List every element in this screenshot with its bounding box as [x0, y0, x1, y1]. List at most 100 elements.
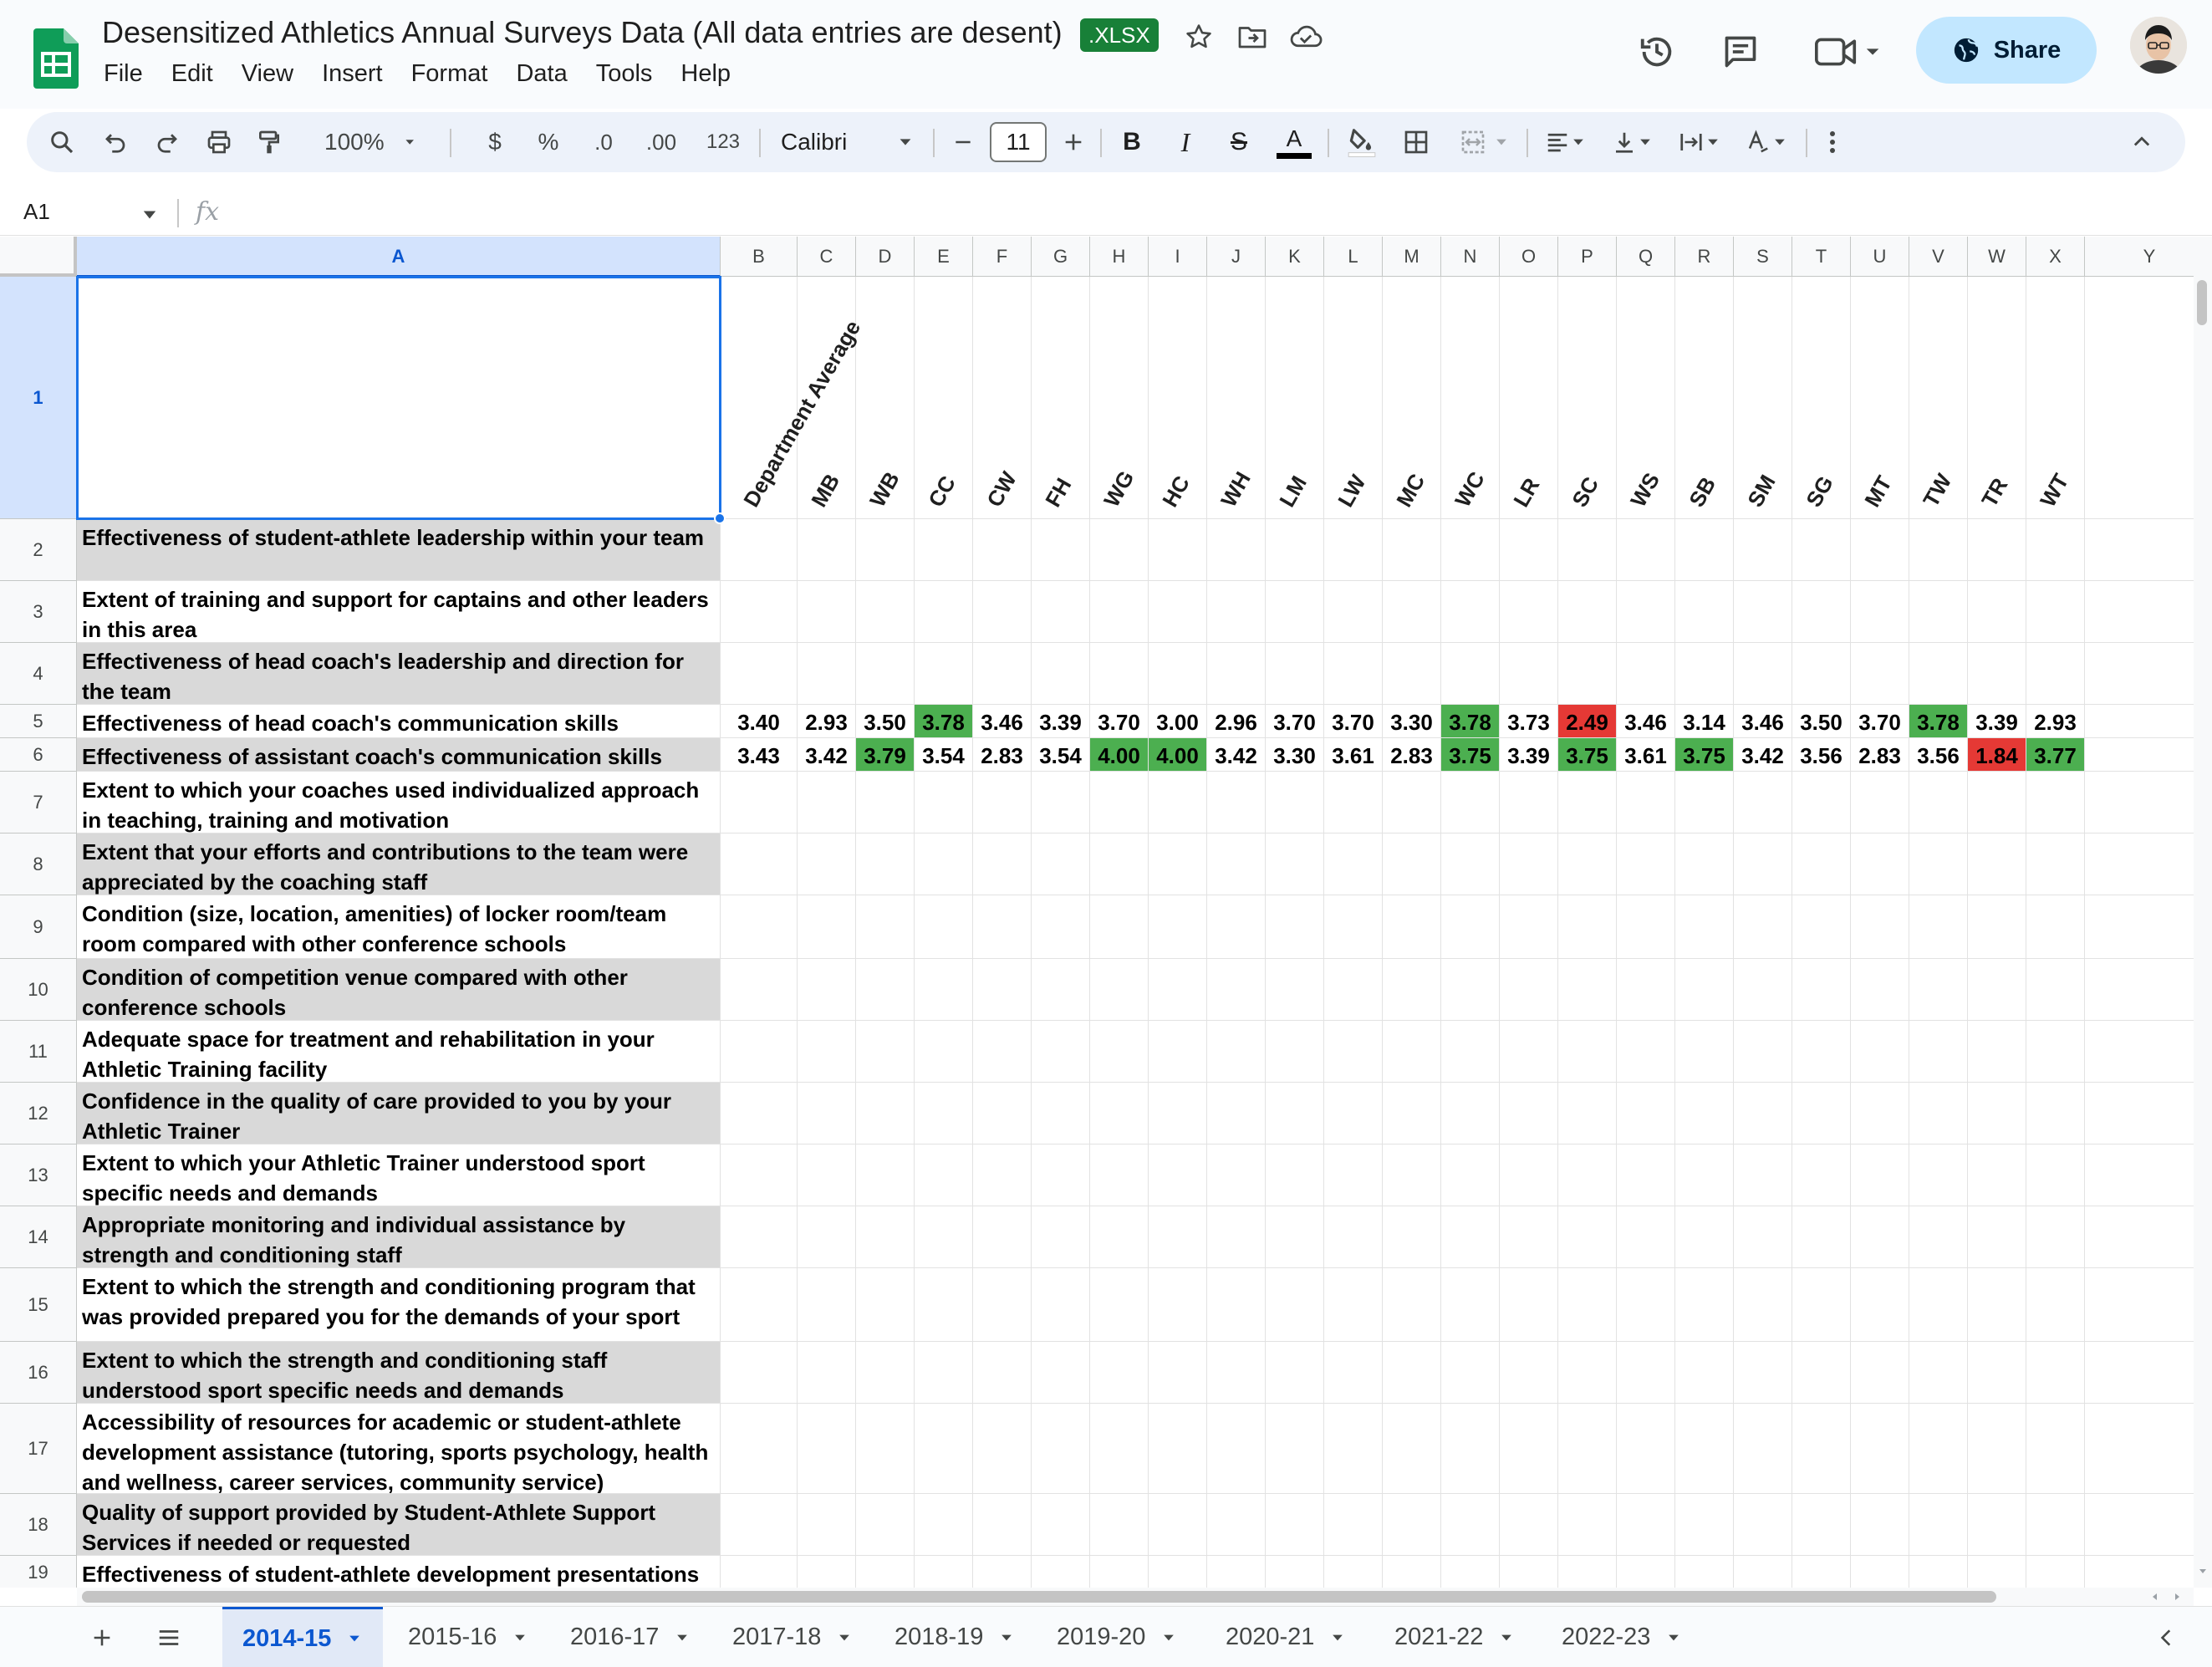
empty-cell[interactable]: [721, 1342, 798, 1404]
empty-cell[interactable]: [1500, 834, 1558, 895]
empty-cell[interactable]: [973, 1144, 1032, 1206]
row-header[interactable]: 5: [0, 705, 77, 738]
chevron-down-icon[interactable]: [512, 1629, 528, 1646]
empty-cell[interactable]: [1266, 643, 1324, 705]
empty-cell[interactable]: [1441, 1021, 1500, 1083]
empty-cell[interactable]: [1441, 1404, 1500, 1494]
empty-cell[interactable]: [1090, 1144, 1149, 1206]
meet-video-icon[interactable]: [1811, 30, 1886, 74]
empty-cell[interactable]: [1383, 1144, 1441, 1206]
menu-tools[interactable]: Tools: [596, 60, 653, 88]
empty-cell[interactable]: [1558, 895, 1617, 959]
empty-cell[interactable]: [1500, 959, 1558, 1021]
empty-cell[interactable]: [915, 519, 973, 581]
empty-cell[interactable]: [1383, 581, 1441, 643]
empty-cell[interactable]: [856, 1144, 915, 1206]
question-cell[interactable]: Confidence in the quality of care provid…: [77, 1083, 721, 1144]
empty-cell[interactable]: [1032, 1404, 1090, 1494]
empty-cell[interactable]: [1090, 1556, 1149, 1588]
empty-cell[interactable]: [1441, 1206, 1500, 1268]
sheet-tab[interactable]: 2015-16: [388, 1607, 548, 1667]
question-cell[interactable]: Extent to which your coaches used indivi…: [77, 772, 721, 834]
empty-cell[interactable]: [1032, 1494, 1090, 1556]
empty-cell[interactable]: [1558, 1342, 1617, 1404]
empty-cell[interactable]: [1500, 895, 1558, 959]
empty-cell[interactable]: [1324, 772, 1383, 834]
empty-cell[interactable]: [1734, 519, 1792, 581]
value-cell[interactable]: 2.93: [2026, 705, 2085, 738]
empty-cell[interactable]: [1851, 1021, 1909, 1083]
empty-cell[interactable]: [1032, 519, 1090, 581]
empty-cell[interactable]: [2026, 834, 2085, 895]
empty-cell[interactable]: [1675, 1494, 1734, 1556]
italic-button[interactable]: I: [1167, 112, 1204, 172]
empty-cell[interactable]: [915, 1268, 973, 1342]
empty-cell[interactable]: [1207, 1083, 1266, 1144]
menu-help[interactable]: Help: [680, 60, 731, 88]
value-cell[interactable]: 3.70: [1851, 705, 1909, 738]
empty-cell[interactable]: [1207, 1404, 1266, 1494]
empty-cell[interactable]: [1090, 519, 1149, 581]
empty-cell[interactable]: [1090, 895, 1149, 959]
column-header[interactable]: D: [856, 237, 915, 277]
value-cell[interactable]: 3.73: [1500, 705, 1558, 738]
empty-cell[interactable]: [915, 1144, 973, 1206]
chevron-down-icon[interactable]: [1498, 1629, 1515, 1646]
sheet-tab[interactable]: 2018-19: [874, 1607, 1035, 1667]
empty-cell[interactable]: [1266, 581, 1324, 643]
column-header[interactable]: N: [1441, 237, 1500, 277]
empty-cell[interactable]: [1909, 1494, 1968, 1556]
empty-cell[interactable]: [856, 1494, 915, 1556]
increase-font-size-icon[interactable]: [1055, 112, 1092, 172]
empty-cell[interactable]: [1675, 959, 1734, 1021]
empty-cell[interactable]: [1090, 1404, 1149, 1494]
value-cell[interactable]: 3.46: [1617, 705, 1675, 738]
move-to-folder-icon[interactable]: [1236, 20, 1269, 54]
empty-cell[interactable]: [1792, 1268, 1851, 1342]
row-header[interactable]: 16: [0, 1342, 77, 1404]
value-cell[interactable]: 3.50: [856, 705, 915, 738]
empty-cell[interactable]: [1090, 834, 1149, 895]
empty-cell[interactable]: [1851, 1404, 1909, 1494]
align-left-icon[interactable]: [1538, 112, 1593, 172]
empty-cell[interactable]: [1675, 1404, 1734, 1494]
empty-cell[interactable]: [973, 1404, 1032, 1494]
question-cell[interactable]: Extent that your efforts and contributio…: [77, 834, 721, 895]
empty-cell[interactable]: [1324, 1083, 1383, 1144]
column-header[interactable]: K: [1266, 237, 1324, 277]
question-cell[interactable]: Effectiveness of head coach's leadership…: [77, 643, 721, 705]
empty-cell[interactable]: [973, 895, 1032, 959]
sheet-tab[interactable]: 2020-21: [1205, 1607, 1366, 1667]
empty-cell[interactable]: [856, 1206, 915, 1268]
question-cell[interactable]: Extent of training and support for capta…: [77, 581, 721, 643]
empty-cell[interactable]: [1792, 581, 1851, 643]
empty-cell[interactable]: [1441, 1494, 1500, 1556]
empty-cell[interactable]: [1792, 834, 1851, 895]
empty-cell[interactable]: [973, 1021, 1032, 1083]
row-header[interactable]: 2: [0, 519, 77, 581]
currency-format-button[interactable]: $: [478, 112, 512, 172]
empty-cell[interactable]: [915, 1021, 973, 1083]
all-sheets-menu-icon[interactable]: [150, 1607, 187, 1667]
empty-cell[interactable]: [721, 834, 798, 895]
empty-cell[interactable]: [856, 519, 915, 581]
empty-cell[interactable]: [1792, 643, 1851, 705]
empty-cell[interactable]: [1324, 1144, 1383, 1206]
empty-cell[interactable]: [1441, 581, 1500, 643]
empty-cell[interactable]: [1617, 895, 1675, 959]
question-cell[interactable]: Condition of competition venue compared …: [77, 959, 721, 1021]
empty-cell[interactable]: [1500, 1268, 1558, 1342]
empty-cell[interactable]: [798, 772, 856, 834]
empty-cell[interactable]: [721, 1494, 798, 1556]
empty-cell[interactable]: [721, 895, 798, 959]
column-header[interactable]: S: [1734, 237, 1792, 277]
value-cell[interactable]: 2.83: [1851, 738, 1909, 772]
fill-handle[interactable]: [714, 512, 726, 524]
empty-cell[interactable]: [1149, 895, 1207, 959]
value-cell[interactable]: 3.75: [1675, 738, 1734, 772]
question-cell[interactable]: Effectiveness of student-athlete leaders…: [77, 519, 721, 581]
empty-cell[interactable]: [1675, 1021, 1734, 1083]
question-cell[interactable]: Appropriate monitoring and individual as…: [77, 1206, 721, 1268]
empty-cell[interactable]: [915, 643, 973, 705]
redo-icon[interactable]: [149, 112, 186, 172]
